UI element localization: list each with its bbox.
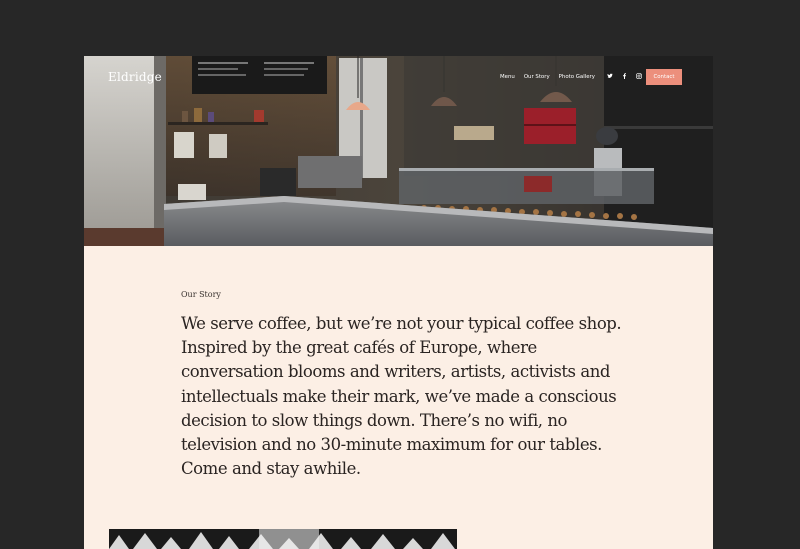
main-nav: Menu Our Story Photo Gallery: [500, 73, 642, 81]
nav-item-photo-gallery[interactable]: Photo Gallery: [559, 74, 595, 80]
site-logo[interactable]: Eldridge: [108, 70, 162, 84]
story-paragraph: We serve coffee, but we’re not your typi…: [181, 314, 622, 479]
tiled-floor-photo: [109, 529, 457, 549]
contact-button[interactable]: Contact: [646, 69, 682, 85]
facebook-icon[interactable]: [622, 73, 627, 81]
nav-item-menu[interactable]: Menu: [500, 74, 515, 80]
section-label: Our Story: [181, 290, 221, 299]
cafe-interior-photo: [84, 56, 713, 246]
instagram-icon[interactable]: [636, 73, 642, 81]
site-page: Eldridge Menu Our Story Photo Gallery Co…: [84, 56, 713, 549]
nav-item-our-story[interactable]: Our Story: [524, 74, 550, 80]
gallery-image: [109, 529, 457, 549]
twitter-icon[interactable]: [607, 73, 613, 81]
social-links: [607, 73, 642, 81]
hero-image: Eldridge Menu Our Story Photo Gallery Co…: [84, 56, 713, 246]
